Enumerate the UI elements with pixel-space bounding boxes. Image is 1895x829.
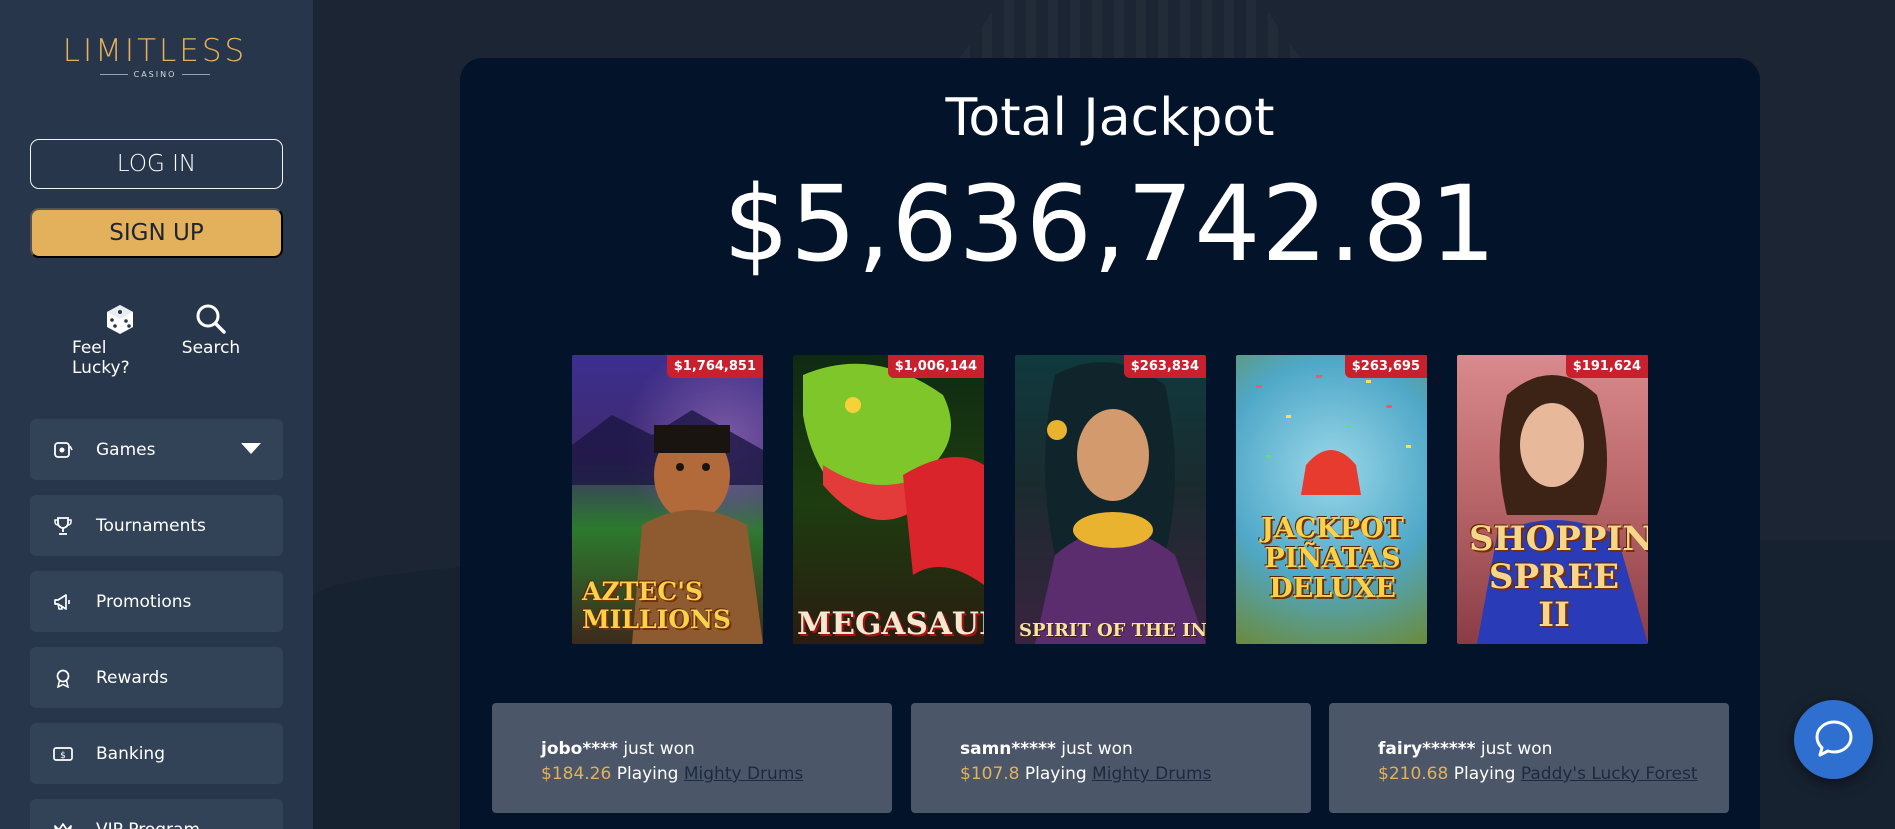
game-thumbnail (793, 355, 984, 644)
crown-icon (52, 819, 74, 829)
feel-lucky-label: Feel Lucky? (72, 338, 130, 378)
nav-item-promotions[interactable]: Promotions (30, 571, 283, 632)
search-button[interactable]: Search (176, 300, 246, 358)
nav-item-label: Banking (96, 743, 165, 764)
search-icon (195, 300, 227, 338)
playing-label: Playing (616, 764, 679, 784)
game-link[interactable]: Mighty Drums (1092, 764, 1211, 784)
game-tile-spirit-of-the-inca[interactable]: SPIRIT OF THE INCA $263,834 (1015, 355, 1206, 644)
chevron-down-icon[interactable] (241, 443, 261, 454)
game-title: SPIRIT OF THE INCA (1019, 620, 1206, 641)
game-title: JACKPOT PIÑATAS DELUXE (1261, 513, 1404, 604)
slot-icon (52, 439, 74, 461)
logo-wordmark: LIMITLESS (62, 33, 248, 69)
game-title: MEGASAUR (797, 606, 984, 642)
game-title: AZTEC'S MILLIONS (582, 577, 731, 634)
win-text: just won (623, 739, 695, 759)
win-amount: $184.26 (541, 764, 612, 784)
win-amount: $107.8 (960, 764, 1020, 784)
nav-item-games[interactable]: Games (30, 419, 283, 480)
game-tile-shopping-spree-ii[interactable]: SHOPPING SPREE II $191,624 (1457, 355, 1648, 644)
logo[interactable]: LIMITLESS CASINO (60, 34, 250, 84)
jackpot-amount: $5,636,742.81 (723, 163, 1497, 285)
nav-item-vip-program[interactable]: VIP Program (30, 799, 283, 829)
win-amount: $210.68 (1378, 764, 1449, 784)
jackpot-badge: $263,834 (1123, 355, 1206, 378)
playing-label: Playing (1453, 764, 1516, 784)
chat-bubble-icon (1813, 717, 1855, 763)
winner-username: samn***** (960, 739, 1056, 759)
background-rays (960, 0, 1300, 58)
nav-item-label: Games (96, 439, 156, 460)
winner-username: fairy****** (1378, 739, 1476, 759)
chat-button[interactable] (1794, 700, 1873, 779)
sidebar: LIMITLESS CASINO LOG IN SIGN UP Feel Luc… (0, 0, 313, 829)
nav-item-label: VIP Program (96, 820, 200, 829)
nav-item-banking[interactable]: $ Banking (30, 723, 283, 784)
win-text: just won (1480, 739, 1553, 759)
trophy-icon (52, 515, 74, 537)
dice-icon (104, 300, 136, 338)
nav-item-rewards[interactable]: Rewards (30, 647, 283, 708)
game-tile-megasaur[interactable]: MEGASAUR $1,006,144 (793, 355, 984, 644)
jackpot-title: Total Jackpot (945, 88, 1275, 148)
game-tile-jackpot-pinatas-deluxe[interactable]: JACKPOT PIÑATAS DELUXE $263,695 (1236, 355, 1427, 644)
playing-label: Playing (1024, 764, 1087, 784)
signup-button[interactable]: SIGN UP (30, 208, 283, 258)
game-title: SHOPPING SPREE II (1469, 519, 1648, 635)
game-tile-aztecs-millions[interactable]: AZTEC'S MILLIONS $1,764,851 (572, 355, 763, 644)
jackpot-badge: $263,695 (1344, 355, 1427, 378)
game-link[interactable]: Paddy's Lucky Forest (1521, 764, 1698, 784)
recent-win-card: samn***** just won $107.8 Playing Mighty… (911, 703, 1311, 813)
game-link[interactable]: Mighty Drums (684, 764, 803, 784)
nav-item-label: Rewards (96, 667, 169, 688)
win-text: just won (1061, 739, 1133, 759)
logo-subtitle: CASINO (60, 70, 250, 79)
recent-win-card: jobo**** just won $184.26 Playing Mighty… (492, 703, 892, 813)
nav-item-label: Tournaments (96, 515, 206, 536)
login-button[interactable]: LOG IN (30, 139, 283, 189)
recent-win-card: fairy****** just won $210.68 Playing Pad… (1329, 703, 1729, 813)
game-thumbnail (1015, 355, 1206, 644)
jackpot-badge: $191,624 (1565, 355, 1648, 378)
cash-icon: $ (52, 743, 74, 765)
feel-lucky-button[interactable]: Feel Lucky? (72, 300, 168, 378)
jackpot-badge: $1,006,144 (887, 355, 984, 378)
nav-item-label: Promotions (96, 591, 192, 612)
nav-item-tournaments[interactable]: Tournaments (30, 495, 283, 556)
megaphone-icon (52, 591, 74, 613)
award-icon (52, 667, 74, 689)
winner-username: jobo**** (541, 739, 618, 759)
search-label: Search (181, 338, 241, 358)
jackpot-badge: $1,764,851 (666, 355, 763, 378)
svg-text:$: $ (60, 751, 66, 761)
